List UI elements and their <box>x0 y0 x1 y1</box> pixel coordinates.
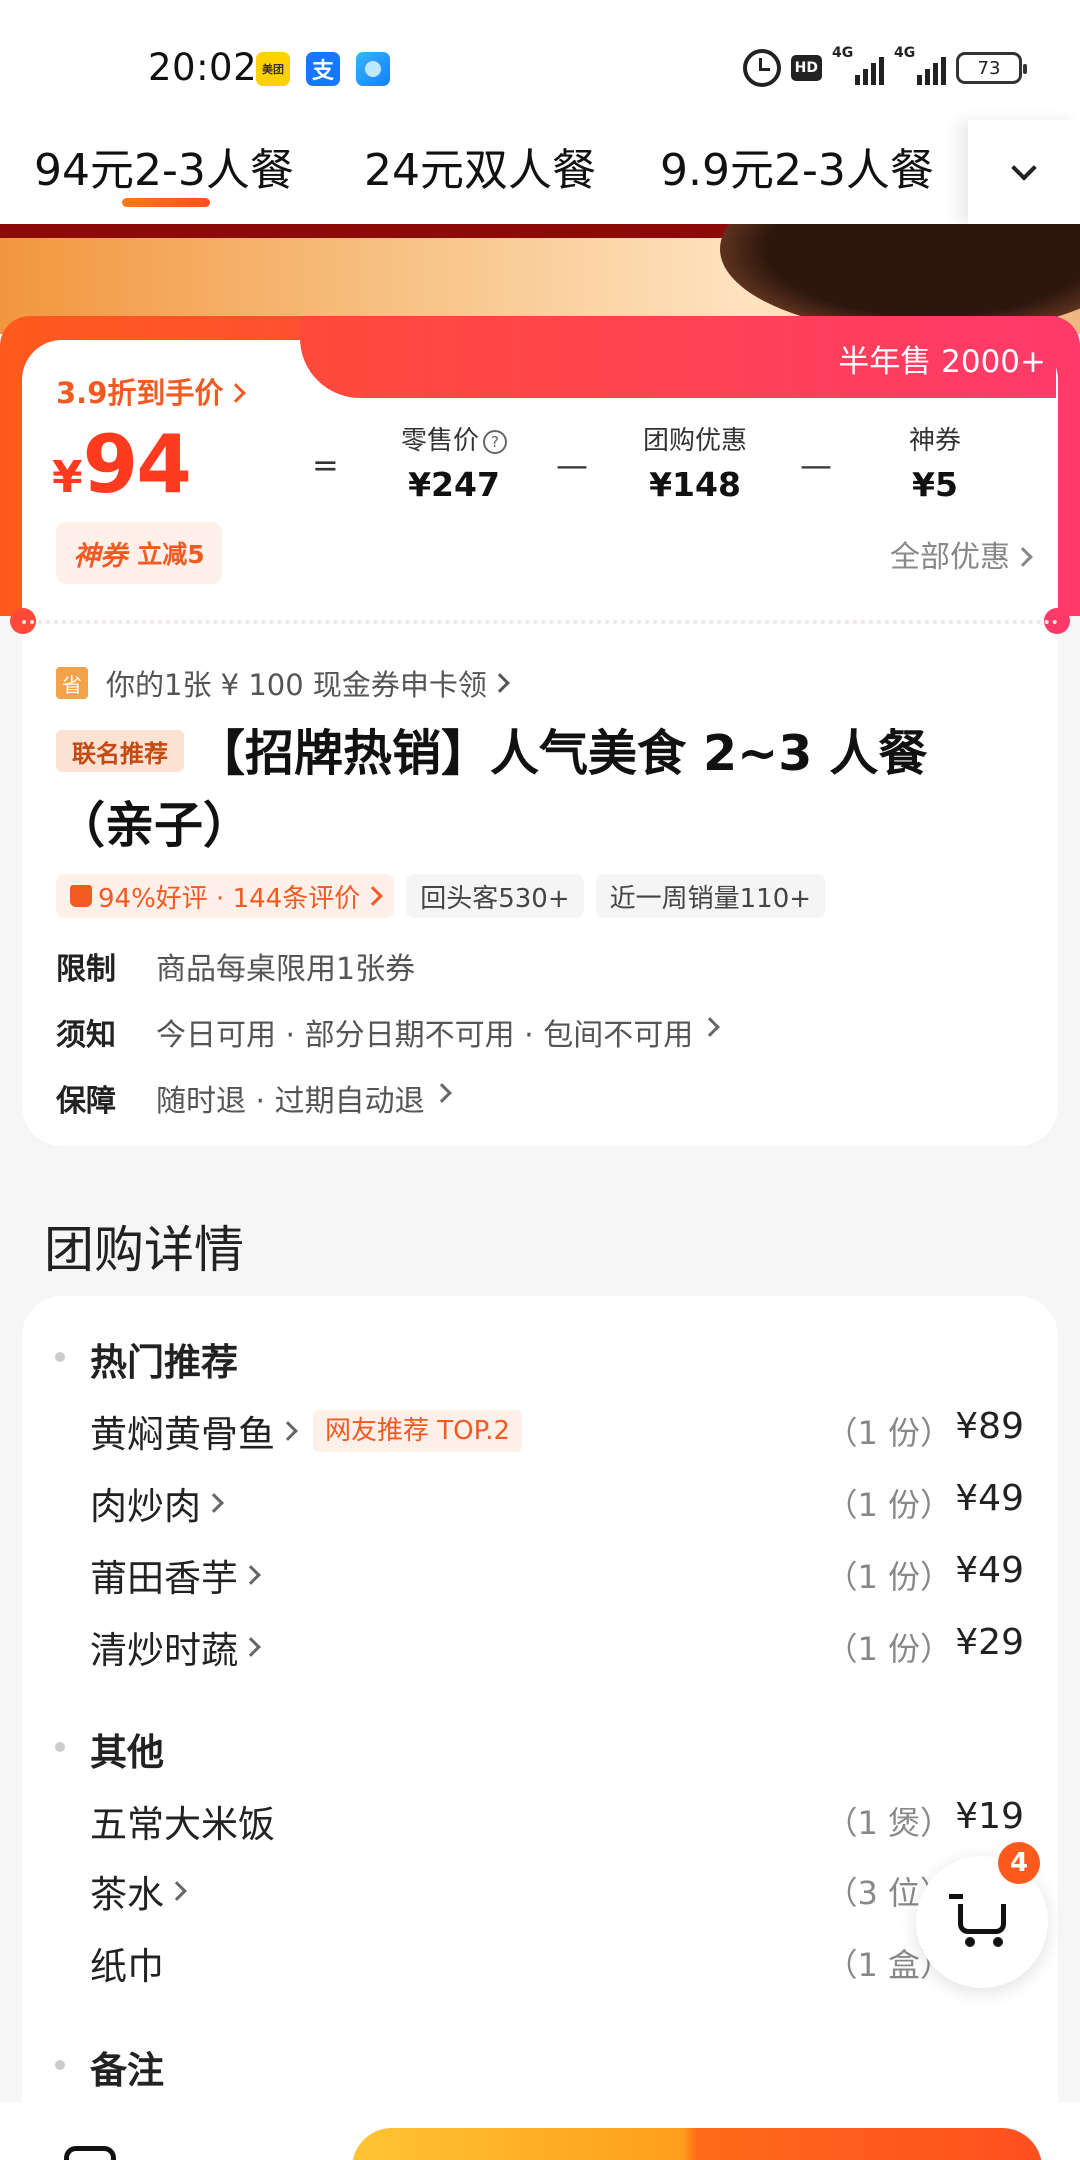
group-hot: 热门推荐 <box>90 1341 238 1384</box>
item-qty: （1 份） <box>825 1558 952 1596</box>
active-tab-indicator <box>122 198 210 207</box>
status-indicators: HD 4G 4G 73 <box>742 45 1027 88</box>
chevron-right-icon <box>700 1017 721 1037</box>
retail-price-block[interactable]: 零售价? ¥247 <box>384 420 524 504</box>
alarm-icon <box>742 49 781 87</box>
item-price: ¥89 <box>955 1406 1024 1447</box>
co-brand-badge: 联名推荐 <box>56 730 184 772</box>
chevron-right-icon <box>167 1881 187 1901</box>
menu-item[interactable]: 肉炒肉 <box>90 1476 224 1530</box>
menu-item[interactable]: 茶水 <box>90 1864 187 1918</box>
chevron-right-icon <box>278 1421 298 1441</box>
minus-sign-1: — <box>556 446 588 484</box>
cart-count-badge: 4 <box>998 1842 1040 1884</box>
repeat-customer-tag: 回头客530+ <box>406 874 584 918</box>
final-price: ¥94 <box>52 418 192 511</box>
menu-item[interactable]: 清炒时蔬 <box>90 1620 261 1674</box>
buy-button[interactable] <box>352 2128 1042 2160</box>
rule-limit: 限制 商品每桌限用1张券 <box>56 952 416 987</box>
status-time: 20:02 <box>148 46 258 89</box>
deal-title: 【招牌热销】人气美食 2~3 人餐（亲子） <box>56 725 928 854</box>
thumbs-up-icon <box>70 885 92 907</box>
item-price: ¥19 <box>955 1796 1024 1837</box>
bullet-dot <box>55 2060 65 2070</box>
item-price: ¥49 <box>955 1550 1024 1591</box>
coupon-discount-block: 神券 ¥5 <box>908 426 961 504</box>
chevron-right-icon <box>490 673 510 693</box>
chevron-right-icon <box>226 383 247 403</box>
group-discount-block: 团购优惠 ¥148 <box>642 426 747 504</box>
cart-button[interactable]: 4 <box>916 1842 1048 1988</box>
store-icon[interactable] <box>64 2146 116 2160</box>
minus-sign-2: — <box>800 446 832 484</box>
chevron-right-icon <box>363 886 384 906</box>
tab-24-meal[interactable]: 24元双人餐 <box>364 134 596 198</box>
deal-tab-bar: 94元2-3人餐 24元双人餐 9.9元2-3人餐 <box>0 120 1080 224</box>
item-qty: （1 份） <box>825 1630 952 1668</box>
hd-icon: HD <box>790 55 822 81</box>
rule-notice[interactable]: 须知 今日可用 · 部分日期不可用 · 包间不可用 <box>56 1010 721 1054</box>
item-qty: （1 份） <box>825 1414 952 1452</box>
save-icon: 省 <box>56 667 88 699</box>
rating-tag[interactable]: 94%好评 · 144条评价 <box>56 874 395 918</box>
item-qty: （1 煲） <box>825 1804 952 1842</box>
chevron-right-icon <box>241 1565 261 1585</box>
equals-sign: = <box>312 446 339 484</box>
expand-tabs-button[interactable] <box>968 120 1080 224</box>
chevron-down-icon <box>1011 155 1037 181</box>
meituan-app-icon: 美团 <box>256 52 290 86</box>
signal-icon: 4G <box>832 45 884 87</box>
cart-icon <box>949 1894 1006 1947</box>
signal-icon-2: 4G <box>894 45 946 87</box>
deal-tags: 94%好评 · 144条评价 回头客530+ 近一周销量110+ <box>56 874 826 918</box>
tab-9.9-meal[interactable]: 9.9元2-3人餐 <box>660 134 934 198</box>
chevron-right-icon <box>241 1637 261 1657</box>
coupon-chip[interactable]: 神券 立减5 <box>56 522 222 584</box>
discount-label[interactable]: 3.9折到手价 <box>56 370 247 412</box>
alipay-app-icon: 支 <box>306 52 340 86</box>
group-other: 其他 <box>90 1731 164 1774</box>
item-price: ¥29 <box>955 1622 1024 1663</box>
item-price: ¥49 <box>955 1478 1024 1519</box>
all-offers-link[interactable]: 全部优惠 <box>890 532 1033 576</box>
menu-item[interactable]: 莆田香芋 <box>90 1548 261 1602</box>
bullet-dot <box>55 1742 65 1752</box>
sold-count: 半年售 2000+ <box>838 344 1046 380</box>
item-qty: （1 份） <box>825 1486 952 1524</box>
weekly-sales-tag: 近一周销量110+ <box>595 874 826 918</box>
status-bar: 20:02 美团 支 HD 4G 4G 73 <box>0 0 1080 120</box>
section-title: 团购详情 <box>44 1221 244 1279</box>
tab-94-meal[interactable]: 94元2-3人餐 <box>34 134 294 198</box>
perforation-divider <box>22 620 1058 624</box>
top-badge: 网友推荐 TOP.2 <box>313 1410 523 1452</box>
notification-app-icon <box>356 52 390 86</box>
menu-item[interactable]: 黄焖黄骨鱼 网友推荐 TOP.2 <box>90 1404 523 1458</box>
battery-icon: 73 <box>956 52 1027 84</box>
cashback-offer[interactable]: 省 你的1张 ¥ 100 现金券申卡领 <box>56 662 510 704</box>
question-icon[interactable]: ? <box>483 430 507 454</box>
menu-item: 纸巾 <box>90 1945 164 1988</box>
rule-guarantee[interactable]: 保障 随时退 · 过期自动退 <box>56 1076 452 1120</box>
menu-item: 五常大米饭 <box>90 1803 275 1846</box>
chevron-right-icon <box>431 1083 452 1103</box>
bullet-dot <box>55 1352 65 1362</box>
chevron-right-icon <box>1013 547 1033 567</box>
chevron-right-icon <box>204 1493 224 1513</box>
group-notes: 备注 <box>90 2049 164 2092</box>
